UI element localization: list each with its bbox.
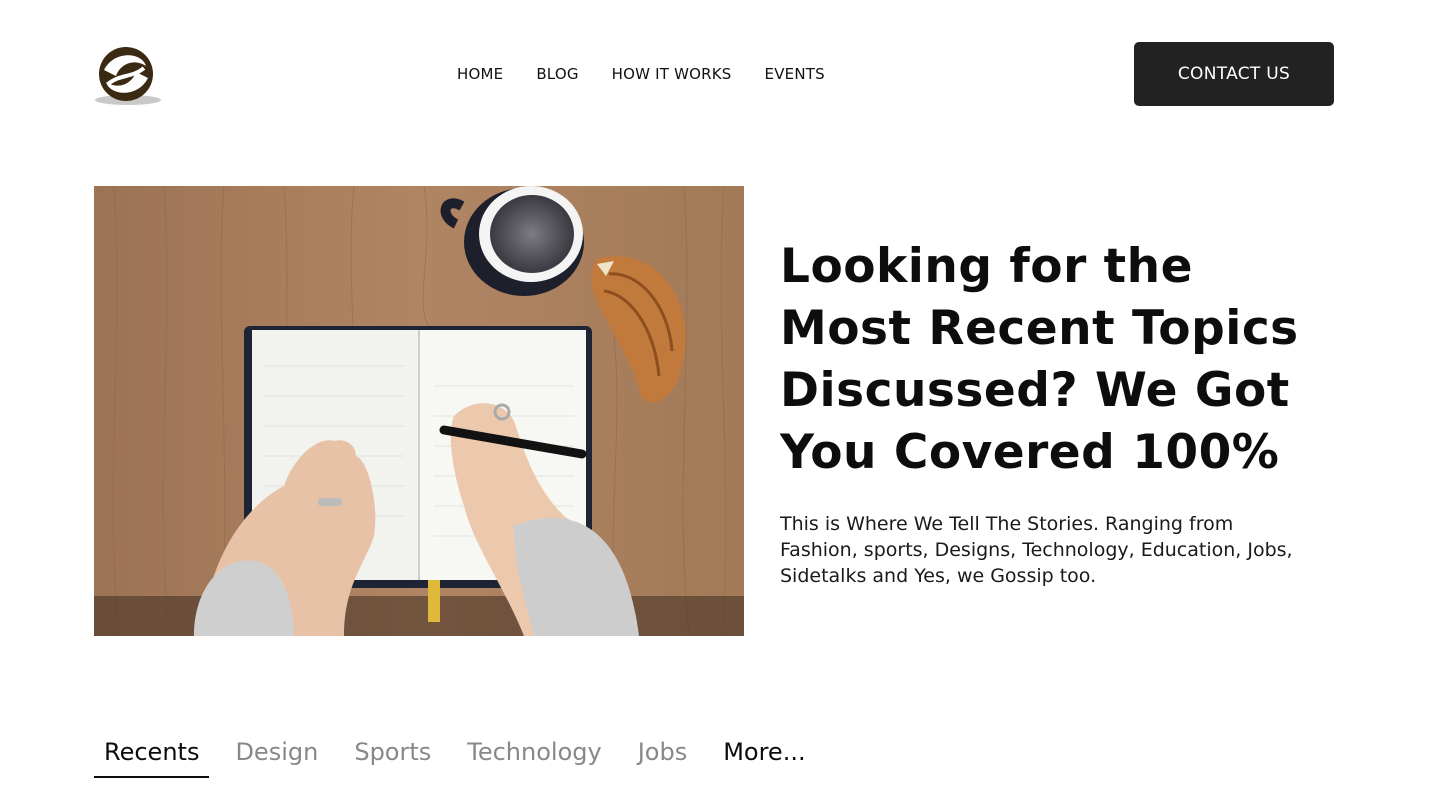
main-nav: HOME BLOG HOW IT WORKS EVENTS	[457, 64, 825, 84]
nav-home-link[interactable]: HOME	[457, 64, 503, 84]
nav-blog-link[interactable]: BLOG	[536, 64, 578, 84]
nav-events-link[interactable]: EVENTS	[765, 64, 825, 84]
tab-technology[interactable]: Technology	[457, 734, 611, 776]
swirl-logo-icon[interactable]	[94, 44, 162, 106]
hero-description: This is Where We Tell The Stories. Rangi…	[780, 513, 1293, 587]
nav-how-it-works-link[interactable]: HOW IT WORKS	[612, 64, 732, 84]
tab-design[interactable]: Design	[225, 734, 328, 776]
tab-jobs[interactable]: Jobs	[628, 734, 698, 776]
hero-title: Looking for the Most Recent Topics Discu…	[780, 239, 1299, 480]
tab-more[interactable]: More...	[713, 734, 815, 776]
tab-recents[interactable]: Recents	[94, 734, 210, 778]
category-tabs: Recents Design Sports Technology Jobs Mo…	[94, 734, 832, 778]
tab-sports[interactable]: Sports	[344, 734, 441, 776]
contact-us-button[interactable]: CONTACT US	[1134, 42, 1334, 106]
hero-photo	[94, 186, 744, 636]
